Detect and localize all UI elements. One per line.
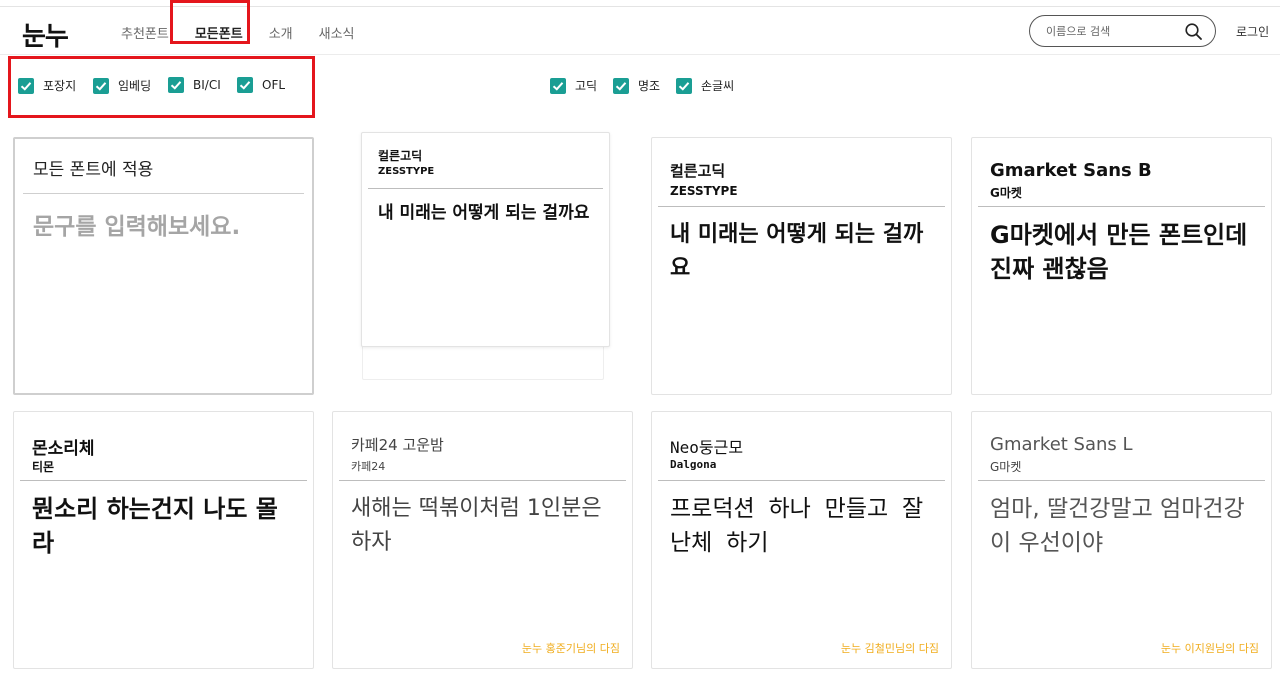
nav-about[interactable]: 소개 — [269, 23, 293, 42]
font-sample: 새해는 떡볶이처럼 1인분은 하자 — [351, 496, 602, 555]
card-divider — [23, 193, 304, 194]
card-divider — [658, 480, 945, 481]
card-divider — [368, 188, 603, 189]
font-name: 카페24 고운밤 — [351, 436, 444, 454]
font-name: 컬른고딕 — [378, 149, 423, 163]
checkbox-checked-icon — [168, 77, 184, 93]
font-name: 몬소리체 — [32, 439, 95, 459]
filter-wrapping[interactable]: 포장지 — [18, 77, 76, 94]
font-card[interactable]: 컬른고딕 ZESSTYPE 내 미래는 어떻게 되는 걸까요 — [361, 132, 610, 347]
font-card[interactable]: 몬소리체 티몬 뭔소리 하는건지 나도 몰라 — [13, 411, 314, 669]
card-divider — [20, 480, 307, 481]
font-card[interactable]: Gmarket Sans B G마켓 G마켓에서 만든 폰트인데 진짜 괜찮음 — [971, 137, 1272, 395]
search-input[interactable] — [1046, 22, 1176, 41]
font-card[interactable]: 카페24 고운밤 카페24 새해는 떡볶이처럼 1인분은 하자 눈누 홍준기님의… — [332, 411, 633, 669]
font-maker: ZESSTYPE — [378, 166, 435, 177]
site-header: 눈누 추천폰트 모든폰트 소개 새소식 로그인 — [0, 7, 1280, 55]
card-divider — [339, 480, 626, 481]
apply-card-title: 모든 폰트에 적용 — [33, 160, 154, 180]
font-name: Gmarket Sans L — [990, 434, 1133, 455]
checkbox-checked-icon — [613, 77, 629, 94]
sample-text-input[interactable] — [33, 209, 303, 245]
card-divider — [978, 206, 1265, 207]
filter-label: BI/CI — [193, 78, 221, 92]
card-divider — [658, 206, 945, 207]
site-logo[interactable]: 눈누 — [22, 16, 69, 53]
checkbox-checked-icon — [93, 77, 109, 94]
font-card[interactable]: Gmarket Sans L G마켓 엄마, 딸건강말고 엄마건강이 우선이야 … — [971, 411, 1272, 669]
filter-myeongjo[interactable]: 명조 — [613, 77, 660, 94]
filter-label: 포장지 — [43, 79, 77, 93]
card-divider — [978, 480, 1265, 481]
font-maker: G마켓 — [990, 460, 1022, 474]
checkbox-checked-icon — [676, 77, 692, 94]
font-name: 컬른고딕 — [670, 162, 726, 180]
filter-label: OFL — [262, 78, 286, 92]
filter-gothic[interactable]: 고딕 — [550, 77, 597, 94]
filter-embedding[interactable]: 임베딩 — [93, 77, 151, 94]
filter-label: 임베딩 — [118, 79, 152, 93]
user-credit: 눈누 홍준기님의 다짐 — [521, 642, 620, 655]
main-nav: 추천폰트 모든폰트 소개 새소식 — [121, 23, 381, 42]
filter-ofl[interactable]: OFL — [237, 77, 285, 93]
filter-bar: 포장지 임베딩 BI/CI OFL 고딕 명조 손글씨 — [0, 75, 1280, 99]
font-maker: 카페24 — [351, 460, 386, 473]
nav-recommended[interactable]: 추천폰트 — [121, 23, 169, 42]
font-sample: G마켓에서 만든 폰트인데 진짜 괜찮음 — [990, 221, 1248, 283]
font-card[interactable]: Neo둥근모 Dalgona 프로덕션 하나 만들고 잘난체 하기 눈누 김철민… — [651, 411, 952, 669]
nav-news[interactable]: 새소식 — [319, 23, 355, 42]
checkbox-checked-icon — [18, 77, 34, 94]
font-name: Gmarket Sans B — [990, 160, 1152, 181]
font-sample: 뭔소리 하는건지 나도 몰라 — [32, 495, 278, 557]
nav-all-fonts[interactable]: 모든폰트 — [195, 23, 243, 42]
font-sample: 내 미래는 어떻게 되는 걸까요 — [378, 203, 590, 223]
filter-handwriting[interactable]: 손글씨 — [676, 77, 734, 94]
font-maker: G마켓 — [990, 186, 1022, 200]
apply-all-card: 모든 폰트에 적용 — [13, 137, 314, 395]
filter-label: 명조 — [638, 79, 661, 93]
search-icon[interactable] — [1185, 23, 1202, 40]
font-sample: 프로덕션 하나 만들고 잘난체 하기 — [670, 496, 924, 556]
filter-label: 손글씨 — [701, 79, 735, 93]
checkbox-checked-icon — [237, 77, 253, 93]
user-credit: 눈누 김철민님의 다짐 — [840, 642, 939, 655]
font-maker: ZESSTYPE — [670, 184, 738, 198]
filter-label: 고딕 — [575, 79, 598, 93]
font-sample: 엄마, 딸건강말고 엄마건강이 우선이야 — [990, 496, 1245, 556]
font-name: Neo둥근모 — [670, 438, 744, 457]
login-link[interactable]: 로그인 — [1236, 23, 1269, 40]
font-maker: Dalgona — [670, 458, 717, 471]
font-sample: 내 미래는 어떻게 되는 걸까요 — [670, 222, 924, 281]
filter-bici[interactable]: BI/CI — [168, 77, 221, 93]
font-card[interactable]: 컬른고딕 ZESSTYPE 내 미래는 어떻게 되는 걸까요 — [651, 137, 952, 395]
user-credit: 눈누 이지원님의 다짐 — [1160, 642, 1259, 655]
checkbox-checked-icon — [550, 77, 566, 94]
search-box — [1029, 15, 1216, 47]
font-maker: 티몬 — [32, 460, 55, 474]
